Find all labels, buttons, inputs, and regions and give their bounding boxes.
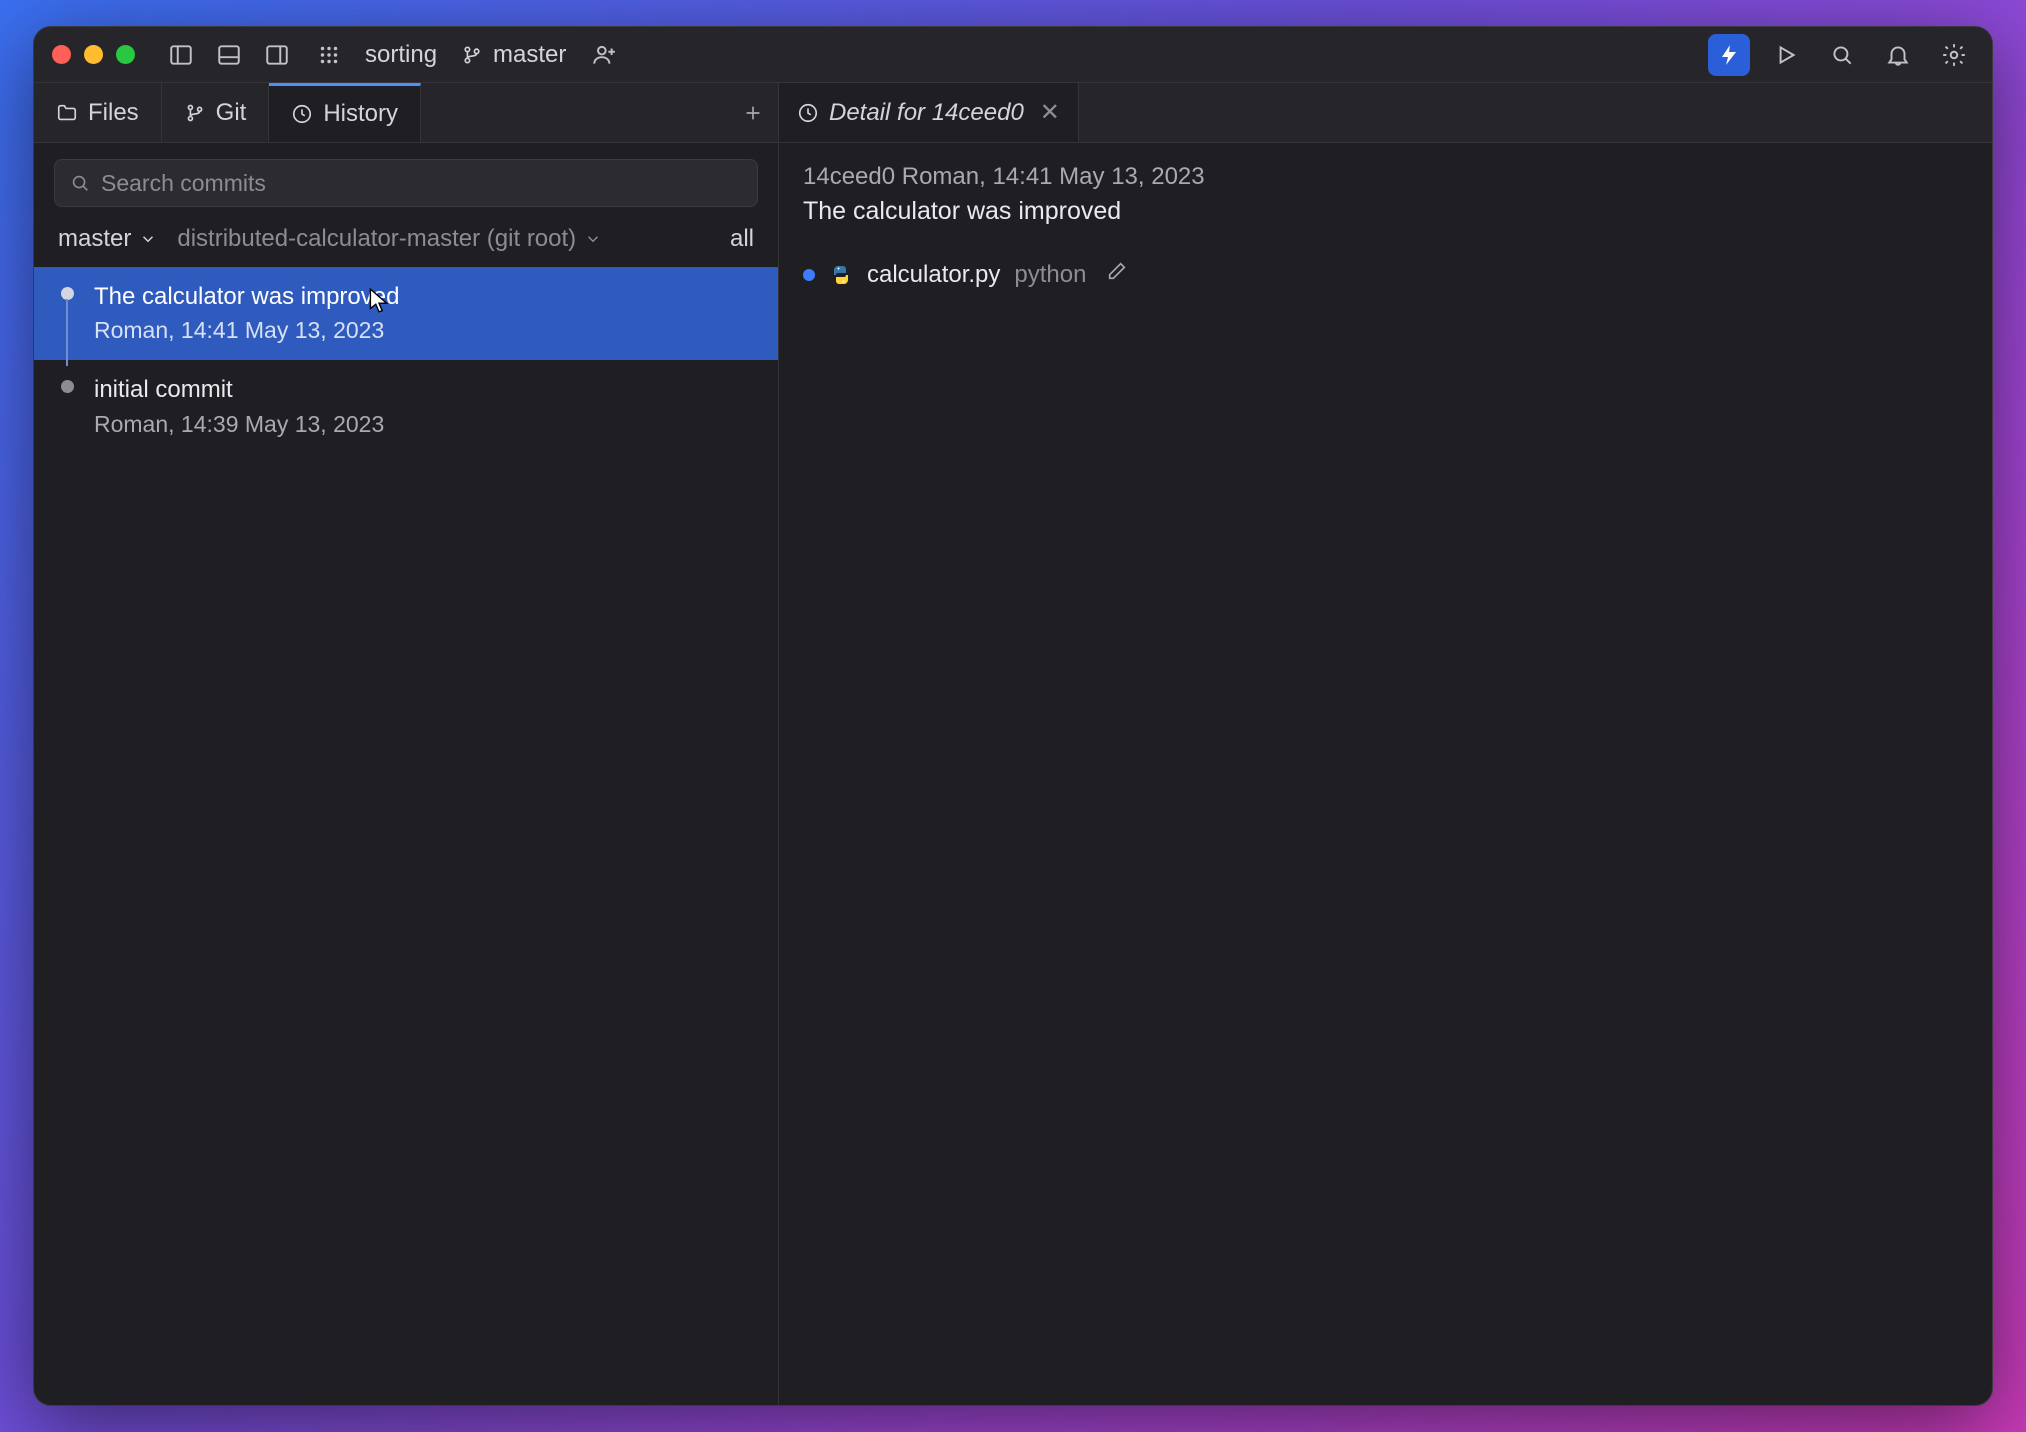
changed-file-name: calculator.py [867,261,1000,289]
titlebar-right [1708,34,1974,76]
tab-files-label: Files [88,99,139,127]
content-area: Files Git History [34,83,1992,1405]
branch-filter[interactable]: master [58,225,157,253]
edit-icon[interactable] [1106,260,1128,289]
branch-icon [184,102,206,124]
branch-icon [461,44,483,66]
search-wrap [34,143,778,219]
branch-name: master [493,41,566,69]
tab-commit-detail-label: Detail for 14ceed0 [829,99,1024,127]
layout-buttons [161,35,297,75]
left-panel-tabs: Files Git History [34,83,778,143]
folder-icon [56,102,78,124]
search-icon [69,172,91,194]
search-icon [1829,42,1855,68]
bottom-panel-toggle-icon[interactable] [209,35,249,75]
search-commits-field[interactable] [54,159,758,207]
close-window-button[interactable] [52,45,71,64]
project-name[interactable]: sorting [365,41,437,69]
commit-item[interactable]: The calculator was improved Roman, 14:41… [34,267,778,360]
search-commits-input[interactable] [101,170,743,197]
tab-history-label: History [323,100,398,128]
add-tab-button[interactable] [728,83,778,142]
commit-title: The calculator was improved [94,281,754,313]
apps-grid-icon[interactable] [309,35,349,75]
chevron-down-icon [139,230,157,248]
commit-detail-body: 14ceed0 Roman, 14:41 May 13, 2023 The ca… [779,143,1992,1405]
notifications-button[interactable] [1878,35,1918,75]
clock-icon [291,103,313,125]
root-filter-label: distributed-calculator-master (git root) [177,225,576,253]
bell-icon [1885,42,1911,68]
graph-column [58,374,76,439]
commit-list: The calculator was improved Roman, 14:41… [34,267,778,1405]
changed-file-row[interactable]: calculator.py python [803,260,1968,289]
graph-column [58,281,76,346]
tab-files[interactable]: Files [34,83,162,142]
run-button[interactable] [1766,35,1806,75]
commit-title: initial commit [94,374,754,406]
commit-detail-message: The calculator was improved [803,197,1968,226]
play-icon [1773,42,1799,68]
commit-text: initial commit Roman, 14:39 May 13, 2023 [94,374,754,439]
add-collaborator-icon[interactable] [584,35,624,75]
chevron-down-icon [584,230,602,248]
filter-row: master distributed-calculator-master (gi… [34,219,778,267]
tab-git-label: Git [216,99,247,127]
mouse-cursor-icon [368,287,390,315]
left-panel: Files Git History [34,83,779,1405]
editor-tabs: Detail for 14ceed0 ✕ [779,83,1992,143]
commit-meta: Roman, 14:39 May 13, 2023 [94,409,754,440]
right-panel-toggle-icon[interactable] [257,35,297,75]
search-button[interactable] [1822,35,1862,75]
gear-icon [1941,42,1967,68]
minimize-window-button[interactable] [84,45,103,64]
right-panel: Detail for 14ceed0 ✕ 14ceed0 Roman, 14:4… [779,83,1992,1405]
titlebar: sorting master [34,27,1992,83]
clock-icon [797,102,819,124]
lightning-icon [1717,43,1741,67]
branch-filter-label: master [58,225,131,253]
tab-git[interactable]: Git [162,83,270,142]
commit-item[interactable]: initial commit Roman, 14:39 May 13, 2023 [34,360,778,453]
graph-line [66,299,68,366]
maximize-window-button[interactable] [116,45,135,64]
ai-assistant-button[interactable] [1708,34,1750,76]
ide-window: sorting master [33,26,1993,1406]
tab-commit-detail[interactable]: Detail for 14ceed0 ✕ [779,83,1079,142]
commit-detail-header: 14ceed0 Roman, 14:41 May 13, 2023 [803,163,1968,191]
root-filter[interactable]: distributed-calculator-master (git root) [177,225,602,253]
filter-all-label: all [730,225,754,252]
left-panel-toggle-icon[interactable] [161,35,201,75]
filter-all[interactable]: all [730,225,754,253]
commit-meta: Roman, 14:41 May 13, 2023 [94,315,754,346]
changed-file-dir: python [1014,261,1086,289]
tab-history[interactable]: History [269,83,421,142]
plus-icon [742,102,764,124]
graph-node-icon [61,380,74,393]
settings-button[interactable] [1934,35,1974,75]
python-file-icon [829,263,853,287]
tab-close-button[interactable]: ✕ [1040,98,1060,127]
change-status-dot-icon [803,269,815,281]
commit-text: The calculator was improved Roman, 14:41… [94,281,754,346]
pencil-icon [1106,260,1128,282]
branch-selector[interactable]: master [461,41,566,69]
window-controls [52,45,135,64]
